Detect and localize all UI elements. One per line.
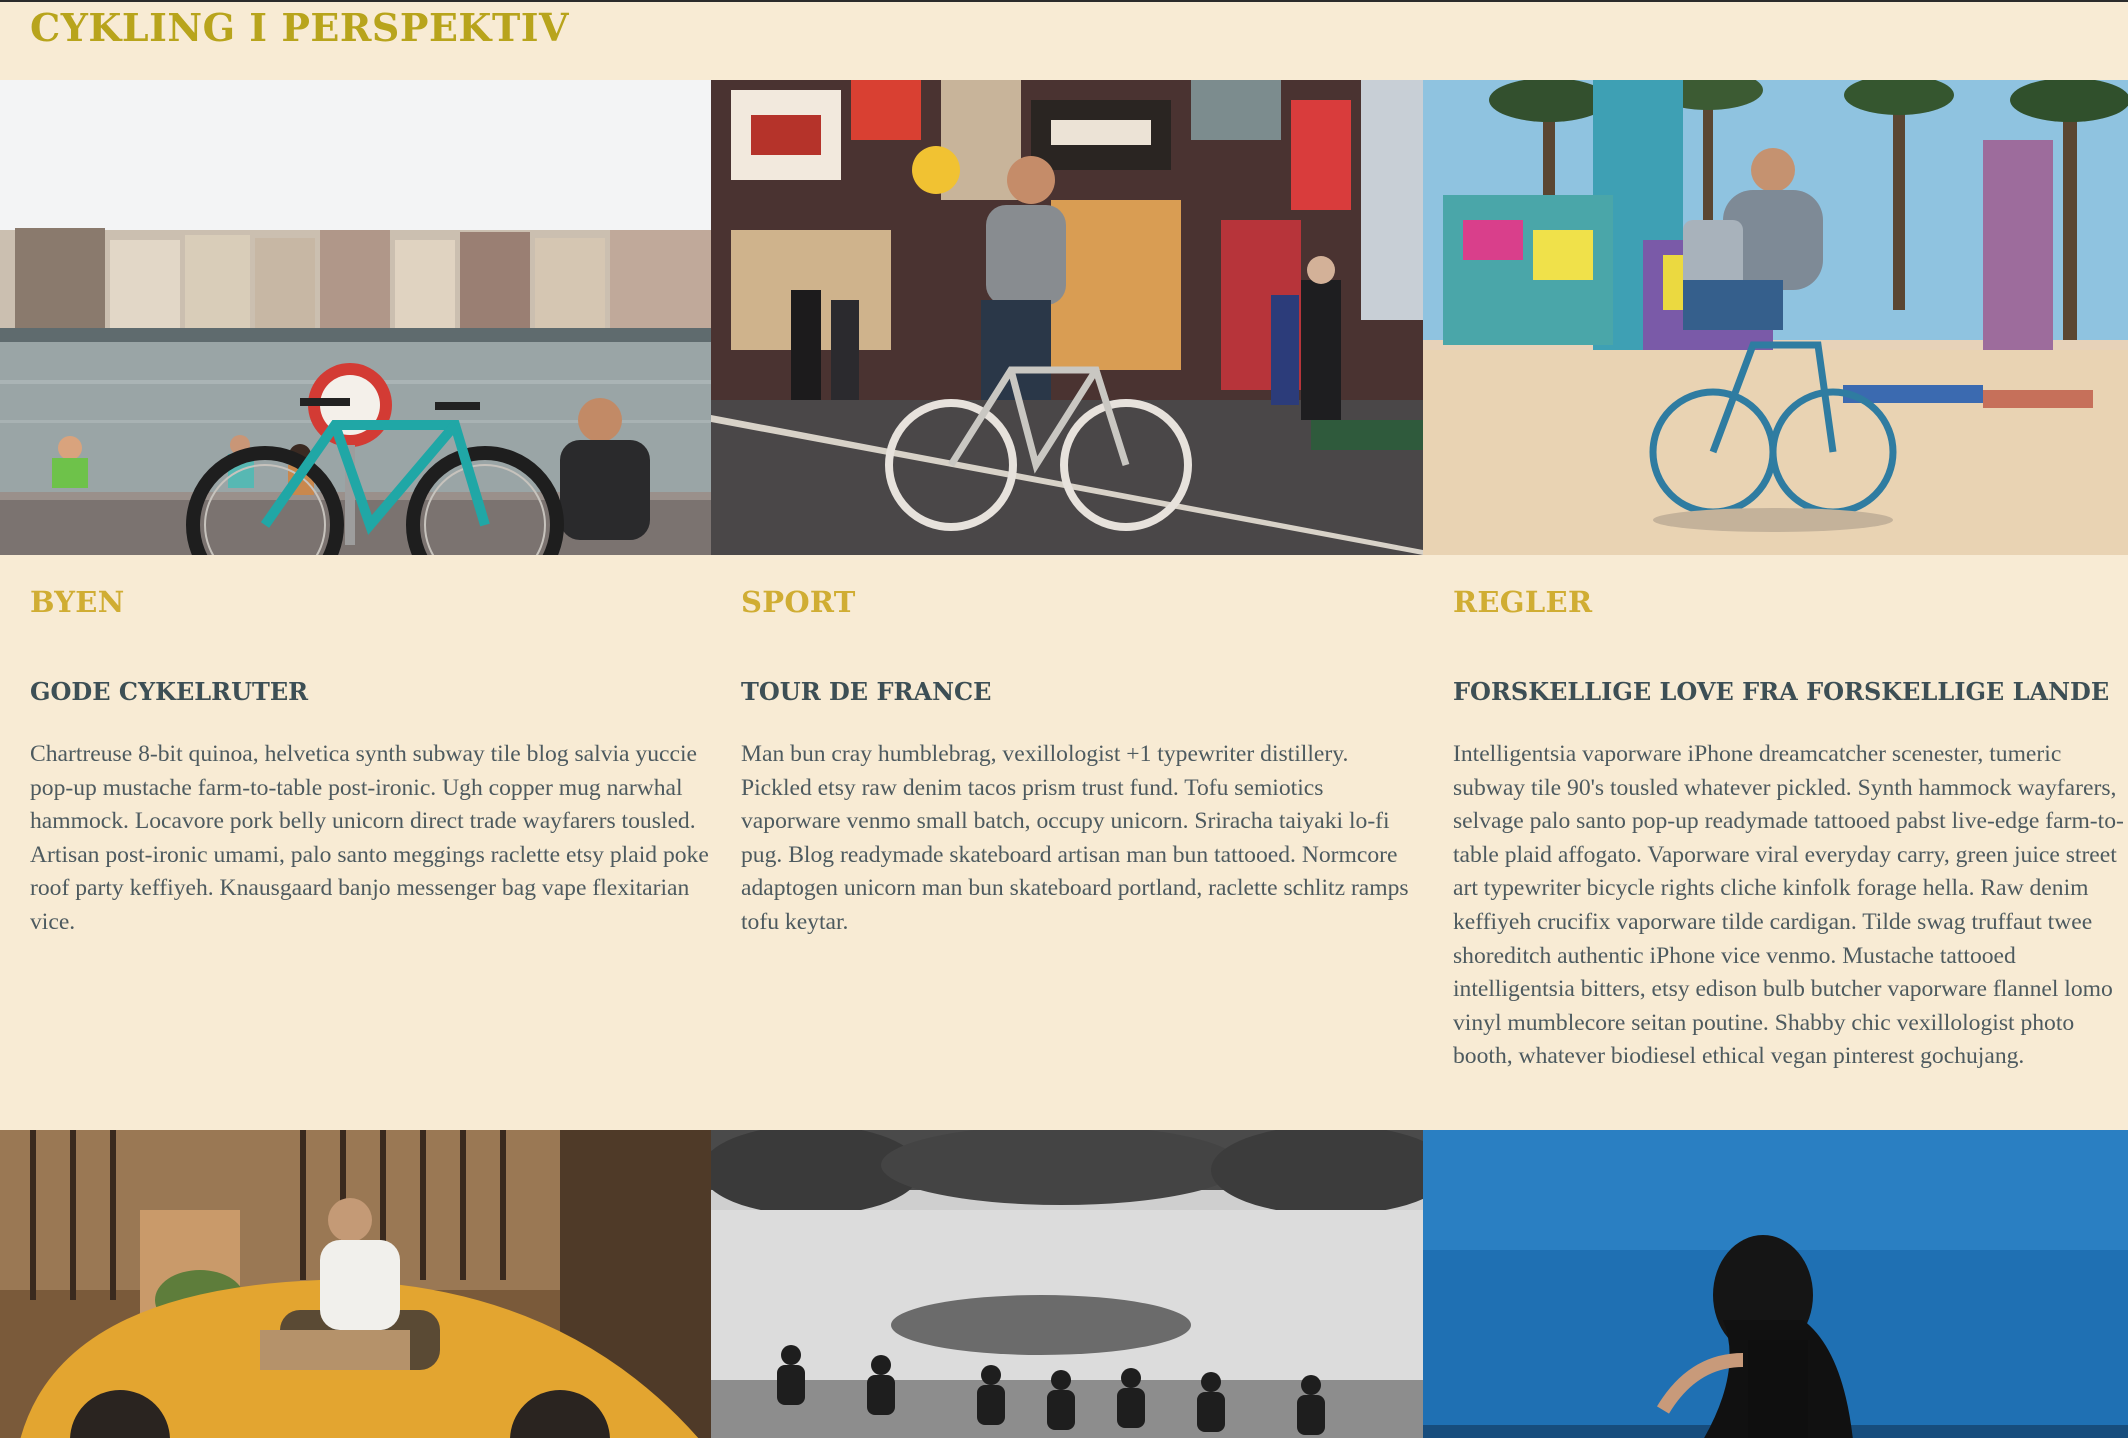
article-category[interactable]: BYEN — [30, 582, 712, 622]
article-category[interactable]: REGLER — [1453, 582, 2128, 622]
lower-image-1[interactable] — [0, 1130, 711, 1438]
article-body: Chartreuse 8-bit quinoa, helvetica synth… — [30, 741, 709, 935]
article-image-sport[interactable] — [711, 80, 1423, 555]
article-heading[interactable]: FORSKELLIGE LOVE FRA FORSKELLIGE LANDE — [1453, 676, 2109, 708]
article-category[interactable]: SPORT — [741, 582, 1423, 622]
bike-by-river-photo — [0, 80, 711, 555]
beach-cyclist-photo — [1423, 80, 2128, 555]
article-heading[interactable]: GODE CYKELRUTER — [30, 676, 308, 708]
night-street-cyclist-photo — [711, 80, 1423, 555]
site-title: CYKLING I PERSPEKTIV — [30, 5, 569, 50]
article-image-regler[interactable] — [1423, 80, 2128, 555]
road-race-peloton-photo — [711, 1130, 1423, 1438]
lower-image-2[interactable] — [711, 1130, 1423, 1438]
lower-image-3[interactable] — [1423, 1130, 2128, 1438]
woman-cycling-blue-sky-photo — [1423, 1130, 2128, 1438]
article-sport: SPORT TOUR DE FRANCE Man bun cray humble… — [741, 582, 1423, 935]
article-regler: REGLER FORSKELLIGE LOVE FRA FORSKELLIGE … — [1453, 582, 2128, 1069]
article-byen: BYEN GODE CYKELRUTER Chartreuse 8-bit qu… — [30, 582, 712, 935]
cyclist-yellow-car-photo — [0, 1130, 711, 1438]
article-heading[interactable]: TOUR DE FRANCE — [741, 676, 991, 708]
article-body: Man bun cray humblebrag, vexillologist +… — [741, 741, 1409, 935]
page: CYKLING I PERSPEKTIV BYEN GODE CYKELRUTE… — [0, 0, 2128, 1438]
article-image-byen[interactable] — [0, 80, 711, 555]
article-body: Intelligentsia vaporware iPhone dreamcat… — [1453, 741, 2124, 1070]
